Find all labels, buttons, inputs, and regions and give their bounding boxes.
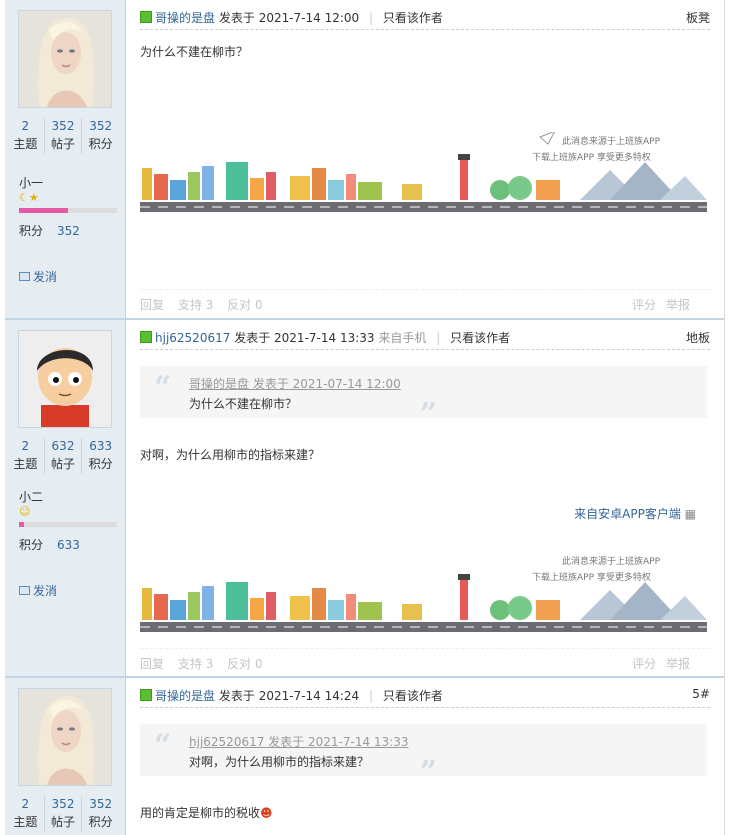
post-time: 2021-7-14 12:00 bbox=[258, 11, 360, 25]
author-link[interactable]: 哥操的是盘 bbox=[155, 689, 215, 703]
mail-icon bbox=[19, 272, 30, 281]
stat-topics[interactable]: 2 主题 bbox=[7, 438, 44, 474]
banner-line-1: 此消息来源于上班族APP bbox=[562, 555, 661, 567]
send-message-link[interactable]: 发消 bbox=[19, 582, 57, 599]
stat-posts[interactable]: 352 帖子 bbox=[43, 118, 82, 154]
user-rank-name: 小二 bbox=[19, 490, 44, 504]
reply-button[interactable]: 回复 bbox=[140, 298, 164, 312]
rate-button[interactable]: 评分 bbox=[632, 657, 656, 671]
credit-line: 积分 633 bbox=[19, 538, 80, 552]
stat-posts[interactable]: 352 帖子 bbox=[43, 796, 82, 832]
post-actions: 回复 支持 3 反对 0 评分 举报 bbox=[140, 648, 710, 675]
banner-line-2: 下载上班族APP 享受更多特权 bbox=[532, 571, 651, 583]
report-button[interactable]: 举报 bbox=[666, 657, 690, 671]
author-sidebar: 2 主题 632 帖子 633 积分 小二 ☺ 积分 633 发消 bbox=[5, 320, 126, 678]
app-banner: 此消息来源于上班族APP 下载上班族APP 享受更多特权 bbox=[140, 130, 707, 212]
online-status-icon bbox=[140, 11, 152, 23]
posted-label: 发表于 bbox=[218, 11, 255, 25]
device-label: 来自手机 bbox=[378, 331, 427, 345]
post-actions: 回复 支持 3 反对 0 评分 举报 bbox=[140, 289, 710, 316]
post-body: 对啊，为什么用柳市的指标来建？ bbox=[140, 448, 321, 462]
forum-thread-page: 2 主题 352 帖子 352 积分 小一 ☾★ 积分 352 发消 哥操的是盘 发表于… bbox=[0, 0, 731, 835]
online-status-icon bbox=[140, 331, 152, 343]
only-author-link[interactable]: 只看该作者 bbox=[383, 689, 443, 703]
post-2: 2 主题 632 帖子 633 积分 小二 ☺ 积分 633 发消 hjj6252061… bbox=[5, 318, 724, 678]
rank-face-icon: ☺ bbox=[19, 505, 31, 518]
post-main: 哥操的是盘 发表于 2021-7-14 12:00 | 只看该作者 板凳 为什么… bbox=[126, 0, 724, 318]
angry-emoji-icon: ☻ bbox=[260, 806, 273, 820]
quote-block: “ 哥操的是盘 发表于 2021-07-14 12:00 为什么不建在柳市？ ” bbox=[140, 366, 707, 432]
credit-line: 积分 352 bbox=[19, 224, 80, 238]
post-time: 2021-7-14 14:24 bbox=[258, 689, 360, 703]
online-status-icon bbox=[140, 689, 152, 701]
open-quote-icon: “ bbox=[154, 728, 172, 763]
floor-number[interactable]: 地板 bbox=[686, 329, 710, 346]
user-stats: 2 主题 632 帖子 633 积分 bbox=[7, 438, 119, 474]
post-main: hjj62520617 发表于 2021-7-14 13:33 来自手机 | 只… bbox=[126, 320, 724, 678]
stat-credits[interactable]: 352 积分 bbox=[81, 796, 119, 832]
user-rank-name: 小一 bbox=[19, 176, 44, 190]
only-author-link[interactable]: 只看该作者 bbox=[383, 11, 443, 25]
posted-label: 发表于 bbox=[218, 689, 255, 703]
posted-label: 发表于 bbox=[234, 331, 271, 345]
open-quote-icon: “ bbox=[154, 370, 172, 405]
scrollbar[interactable] bbox=[724, 0, 731, 835]
floor-number[interactable]: 板凳 bbox=[686, 9, 710, 26]
rank-stars-icon: ☾★ bbox=[19, 191, 39, 204]
level-bar bbox=[19, 208, 117, 213]
stat-topics[interactable]: 2 主题 bbox=[7, 118, 44, 154]
author-sidebar: 2 主题 352 帖子 352 积分 bbox=[5, 678, 126, 835]
quote-text: 为什么不建在柳市？ bbox=[189, 397, 298, 411]
post-header: 哥操的是盘 发表于 2021-7-14 12:00 | 只看该作者 板凳 bbox=[140, 9, 710, 30]
stat-credits[interactable]: 352 积分 bbox=[81, 118, 119, 154]
post-1: 2 主题 352 帖子 352 积分 小一 ☾★ 积分 352 发消 哥操的是盘 发表于… bbox=[5, 0, 724, 318]
support-button[interactable]: 支持 3 bbox=[178, 657, 213, 671]
quote-block: “ hjj62520617 发表于 2021-7-14 13:33 对啊，为什么… bbox=[140, 724, 707, 790]
post-3: 2 主题 352 帖子 352 积分 哥操的是盘 发表于 2021-7-14 14:2… bbox=[5, 676, 724, 835]
close-quote-icon: ” bbox=[419, 397, 437, 432]
floor-number[interactable]: 5# bbox=[692, 687, 710, 701]
qr-icon: ▦ bbox=[684, 507, 696, 521]
post-main: 哥操的是盘 发表于 2021-7-14 14:24 | 只看该作者 5# “ h… bbox=[126, 678, 724, 835]
support-button[interactable]: 支持 3 bbox=[178, 298, 213, 312]
level-bar bbox=[19, 522, 117, 527]
app-source-link[interactable]: 来自安卓APP客户端 ▦ bbox=[574, 505, 696, 522]
reply-button[interactable]: 回复 bbox=[140, 657, 164, 671]
author-link[interactable]: 哥操的是盘 bbox=[155, 11, 215, 25]
avatar[interactable] bbox=[18, 688, 112, 786]
only-author-link[interactable]: 只看该作者 bbox=[450, 331, 510, 345]
quote-text: 对啊，为什么用柳市的指标来建？ bbox=[189, 755, 370, 769]
app-banner: 此消息来源于上班族APP 下载上班族APP 享受更多特权 bbox=[140, 552, 707, 632]
avatar[interactable] bbox=[18, 10, 112, 108]
quote-header[interactable]: hjj62520617 发表于 2021-7-14 13:33 bbox=[189, 733, 408, 750]
post-time: 2021-7-14 13:33 bbox=[274, 331, 375, 345]
post-header: 哥操的是盘 发表于 2021-7-14 14:24 | 只看该作者 5# bbox=[140, 687, 710, 708]
stat-topics[interactable]: 2 主题 bbox=[7, 796, 44, 832]
quote-header[interactable]: 哥操的是盘 发表于 2021-07-14 12:00 bbox=[189, 375, 401, 392]
banner-line-1: 此消息来源于上班族APP bbox=[562, 135, 661, 147]
send-message-link[interactable]: 发消 bbox=[19, 268, 57, 285]
banner-line-2: 下载上班族APP 享受更多特权 bbox=[532, 151, 651, 163]
post-body: 用的肯定是柳市的税收☻ bbox=[140, 806, 273, 820]
close-quote-icon: ” bbox=[419, 755, 437, 790]
avatar[interactable] bbox=[18, 330, 112, 428]
oppose-button[interactable]: 反对 0 bbox=[227, 298, 262, 312]
user-stats: 2 主题 352 帖子 352 积分 bbox=[7, 118, 119, 154]
post-header: hjj62520617 发表于 2021-7-14 13:33 来自手机 | 只… bbox=[140, 329, 710, 350]
stat-posts[interactable]: 632 帖子 bbox=[43, 438, 82, 474]
author-link[interactable]: hjj62520617 bbox=[155, 331, 230, 345]
user-stats: 2 主题 352 帖子 352 积分 bbox=[7, 796, 119, 832]
rate-button[interactable]: 评分 bbox=[632, 298, 656, 312]
author-sidebar: 2 主题 352 帖子 352 积分 小一 ☾★ 积分 352 发消 bbox=[5, 0, 126, 318]
stat-credits[interactable]: 633 积分 bbox=[81, 438, 119, 474]
mail-icon bbox=[19, 586, 30, 595]
oppose-button[interactable]: 反对 0 bbox=[227, 657, 262, 671]
post-body: 为什么不建在柳市？ bbox=[140, 45, 249, 59]
report-button[interactable]: 举报 bbox=[666, 298, 690, 312]
